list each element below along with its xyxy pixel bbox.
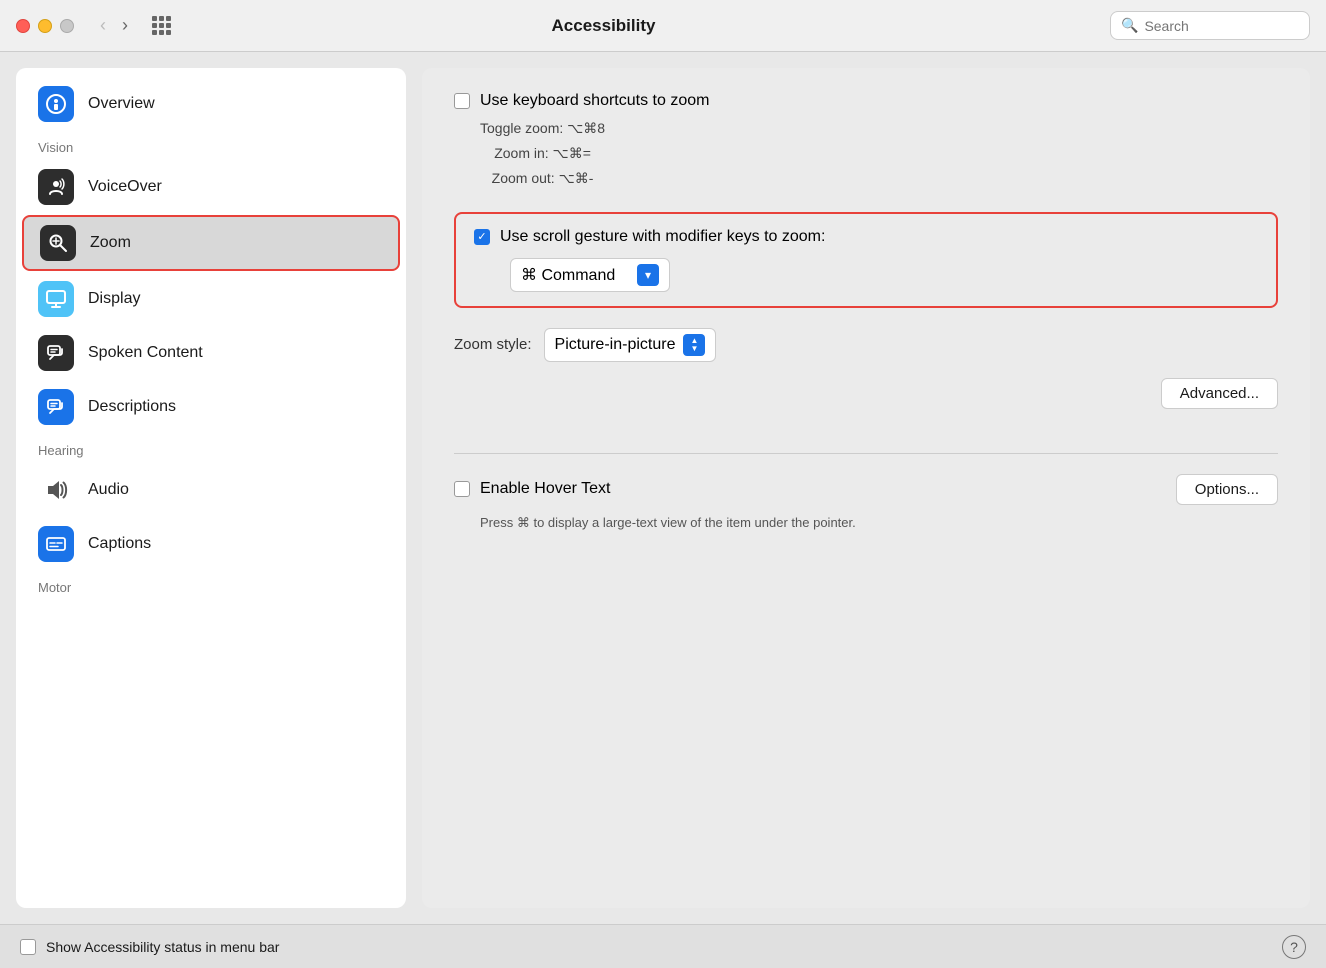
sidebar-item-descriptions[interactable]: Descriptions [22, 381, 400, 433]
hover-text-checkbox[interactable] [454, 481, 470, 497]
fullscreen-button[interactable] [60, 19, 74, 33]
options-button[interactable]: Options... [1176, 474, 1278, 505]
main-area: Overview Vision VoiceOver [0, 52, 1326, 924]
audio-label: Audio [88, 481, 129, 499]
audio-icon [38, 472, 74, 508]
zoom-out-text: Zoom out: ⌥⌘- [480, 166, 605, 191]
scroll-gesture-checkbox[interactable]: ✓ [474, 229, 490, 245]
sidebar-item-zoom[interactable]: Zoom [22, 215, 400, 271]
sidebar-item-audio[interactable]: Audio [22, 464, 400, 516]
overview-label: Overview [88, 95, 155, 113]
sidebar-item-display[interactable]: Display [22, 273, 400, 325]
keyboard-shortcuts-label: Use keyboard shortcuts to zoom [480, 92, 709, 110]
modifier-key-dropdown[interactable]: ⌘ Command ▾ [510, 258, 670, 292]
keyboard-shortcuts-row: Use keyboard shortcuts to zoom [454, 92, 709, 110]
spoken-content-icon [38, 335, 74, 371]
window-title: Accessibility [109, 16, 1098, 36]
display-label: Display [88, 290, 140, 308]
section-label-hearing: Hearing [16, 435, 406, 462]
spoken-content-label: Spoken Content [88, 344, 203, 362]
bottom-bar: Show Accessibility status in menu bar ? [0, 924, 1326, 968]
voiceover-label: VoiceOver [88, 178, 162, 196]
toggle-zoom-text: Toggle zoom: ⌥⌘8 [480, 116, 605, 141]
zoom-style-label: Zoom style: [454, 336, 532, 353]
shortcuts-info: Toggle zoom: ⌥⌘8 Zoom in: ⌥⌘= Zoom out: … [480, 116, 605, 192]
hover-text-row: Enable Hover Text Options... [454, 474, 1278, 505]
zoom-style-value: Picture-in-picture [555, 336, 676, 354]
sidebar: Overview Vision VoiceOver [16, 68, 406, 908]
scroll-gesture-box: ✓ Use scroll gesture with modifier keys … [454, 212, 1278, 308]
zoom-style-dropdown[interactable]: Picture-in-picture ▲ ▼ [544, 328, 717, 362]
zoom-in-text: Zoom in: ⌥⌘= [480, 141, 605, 166]
divider [454, 453, 1278, 454]
content-panel: Use keyboard shortcuts to zoom Toggle zo… [422, 68, 1310, 908]
modifier-key-value: ⌘ Command [521, 265, 615, 285]
sidebar-item-overview[interactable]: Overview [22, 78, 400, 130]
sidebar-item-voiceover[interactable]: VoiceOver [22, 161, 400, 213]
voiceover-icon [38, 169, 74, 205]
keyboard-shortcuts-checkbox[interactable] [454, 93, 470, 109]
close-button[interactable] [16, 19, 30, 33]
zoom-icon [40, 225, 76, 261]
modifier-key-dropdown-arrow: ▾ [637, 264, 659, 286]
modifier-key-dropdown-container: ⌘ Command ▾ [474, 258, 1258, 292]
help-button[interactable]: ? [1282, 935, 1306, 959]
section-label-motor: Motor [16, 572, 406, 599]
descriptions-label: Descriptions [88, 398, 176, 416]
traffic-lights [16, 19, 74, 33]
section-label-vision: Vision [16, 132, 406, 159]
search-box[interactable]: 🔍 [1110, 11, 1310, 40]
sidebar-item-spoken-content[interactable]: Spoken Content [22, 327, 400, 379]
title-bar: ‹ › Accessibility 🔍 [0, 0, 1326, 52]
keyboard-shortcuts-section: Use keyboard shortcuts to zoom Toggle zo… [454, 92, 1278, 192]
captions-icon [38, 526, 74, 562]
zoom-label: Zoom [90, 234, 131, 252]
menu-bar-label: Show Accessibility status in menu bar [46, 939, 279, 955]
zoom-style-stepper: ▲ ▼ [683, 334, 705, 356]
descriptions-icon [38, 389, 74, 425]
minimize-button[interactable] [38, 19, 52, 33]
scroll-gesture-label: Use scroll gesture with modifier keys to… [500, 228, 825, 246]
hover-text-label: Enable Hover Text [480, 480, 610, 498]
overview-icon [38, 86, 74, 122]
sidebar-item-captions[interactable]: Captions [22, 518, 400, 570]
scroll-gesture-row: ✓ Use scroll gesture with modifier keys … [474, 228, 1258, 246]
menu-bar-checkbox[interactable] [20, 939, 36, 955]
zoom-style-row: Zoom style: Picture-in-picture ▲ ▼ [454, 328, 1278, 362]
advanced-button[interactable]: Advanced... [1161, 378, 1278, 409]
search-icon: 🔍 [1121, 17, 1138, 34]
hover-text-description: Press ⌘ to display a large-text view of … [480, 515, 1278, 531]
captions-label: Captions [88, 535, 151, 553]
display-icon [38, 281, 74, 317]
search-input[interactable] [1144, 18, 1299, 34]
